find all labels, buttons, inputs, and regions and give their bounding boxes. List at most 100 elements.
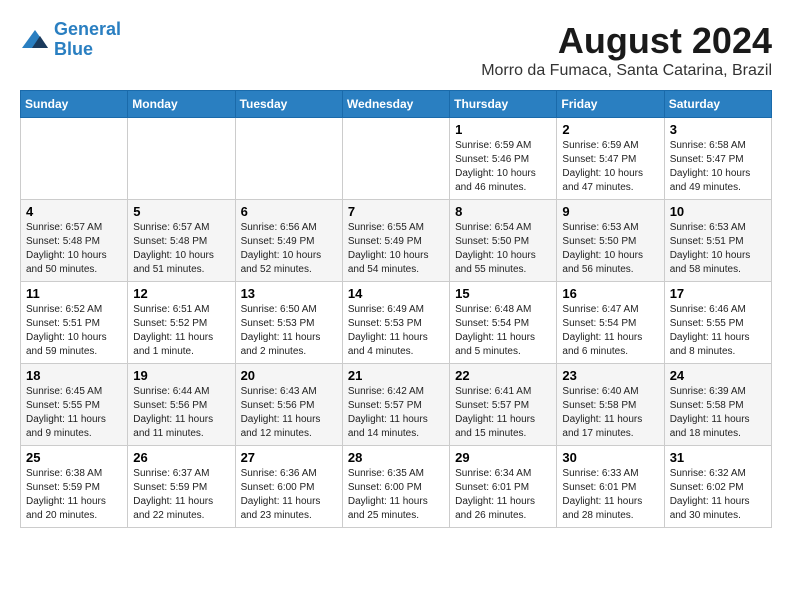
day-number: 9: [562, 204, 658, 219]
month-title: August 2024: [481, 20, 772, 62]
header: General Blue August 2024 Morro da Fumaca…: [20, 20, 772, 80]
weekday-header-wednesday: Wednesday: [342, 91, 449, 118]
day-number: 8: [455, 204, 551, 219]
calendar-table: SundayMondayTuesdayWednesdayThursdayFrid…: [20, 90, 772, 528]
day-info: Sunrise: 6:50 AM Sunset: 5:53 PM Dayligh…: [241, 303, 337, 359]
weekday-header-friday: Friday: [557, 91, 664, 118]
day-info: Sunrise: 6:34 AM Sunset: 6:01 PM Dayligh…: [455, 467, 551, 523]
day-info: Sunrise: 6:57 AM Sunset: 5:48 PM Dayligh…: [133, 221, 229, 277]
title-area: August 2024 Morro da Fumaca, Santa Catar…: [481, 20, 772, 80]
logo: General Blue: [20, 20, 121, 60]
calendar-cell: 2 Sunrise: 6:59 AM Sunset: 5:47 PM Daylig…: [557, 118, 664, 200]
day-number: 18: [26, 368, 122, 383]
calendar-cell: 25Sunrise: 6:38 AM Sunset: 5:59 PM Dayli…: [21, 446, 128, 528]
logo-icon: [20, 28, 50, 52]
day-number: 6: [241, 204, 337, 219]
day-info: Sunrise: 6:56 AM Sunset: 5:49 PM Dayligh…: [241, 221, 337, 277]
day-number: 15: [455, 286, 551, 301]
day-number: 24: [670, 368, 766, 383]
calendar-cell: 1 Sunrise: 6:59 AM Sunset: 5:46 PM Daylig…: [450, 118, 557, 200]
location-title: Morro da Fumaca, Santa Catarina, Brazil: [481, 62, 772, 80]
day-info: Sunrise: 6:40 AM Sunset: 5:58 PM Dayligh…: [562, 385, 658, 441]
calendar-cell: 15 Sunrise: 6:48 AM Sunset: 5:54 PM Dayli…: [450, 282, 557, 364]
weekday-header-thursday: Thursday: [450, 91, 557, 118]
calendar-cell: 5 Sunrise: 6:57 AM Sunset: 5:48 PM Daylig…: [128, 200, 235, 282]
day-info: Sunrise: 6:32 AM Sunset: 6:02 PM Dayligh…: [670, 467, 766, 523]
day-number: 26: [133, 450, 229, 465]
calendar-cell: 31 Sunrise: 6:32 AM Sunset: 6:02 PM Dayli…: [664, 446, 771, 528]
day-info: Sunrise: 6:45 AM Sunset: 5:55 PM Dayligh…: [26, 385, 122, 441]
calendar-cell: 7 Sunrise: 6:55 AM Sunset: 5:49 PM Daylig…: [342, 200, 449, 282]
day-number: 5: [133, 204, 229, 219]
day-number: 28: [348, 450, 444, 465]
calendar-cell: [235, 118, 342, 200]
week-row-3: 18 Sunrise: 6:45 AM Sunset: 5:55 PM Dayli…: [21, 364, 772, 446]
weekday-header-sunday: Sunday: [21, 91, 128, 118]
calendar-cell: 28 Sunrise: 6:35 AM Sunset: 6:00 PM Dayli…: [342, 446, 449, 528]
logo-text: General Blue: [54, 20, 121, 60]
calendar-cell: 19Sunrise: 6:44 AM Sunset: 5:56 PM Dayli…: [128, 364, 235, 446]
week-row-2: 11 Sunrise: 6:52 AM Sunset: 5:51 PM Dayli…: [21, 282, 772, 364]
day-number: 27: [241, 450, 337, 465]
calendar-cell: 9 Sunrise: 6:53 AM Sunset: 5:50 PM Daylig…: [557, 200, 664, 282]
day-number: 13: [241, 286, 337, 301]
day-info: Sunrise: 6:52 AM Sunset: 5:51 PM Dayligh…: [26, 303, 122, 359]
day-info: Sunrise: 6:39 AM Sunset: 5:58 PM Dayligh…: [670, 385, 766, 441]
calendar-cell: 26 Sunrise: 6:37 AM Sunset: 5:59 PM Dayli…: [128, 446, 235, 528]
logo-line2: Blue: [54, 39, 93, 59]
day-info: Sunrise: 6:59 AM Sunset: 5:46 PM Dayligh…: [455, 139, 551, 195]
calendar-cell: 29Sunrise: 6:34 AM Sunset: 6:01 PM Dayli…: [450, 446, 557, 528]
day-info: Sunrise: 6:58 AM Sunset: 5:47 PM Dayligh…: [670, 139, 766, 195]
calendar-cell: 23 Sunrise: 6:40 AM Sunset: 5:58 PM Dayli…: [557, 364, 664, 446]
day-info: Sunrise: 6:38 AM Sunset: 5:59 PM Dayligh…: [26, 467, 122, 523]
day-info: Sunrise: 6:57 AM Sunset: 5:48 PM Dayligh…: [26, 221, 122, 277]
calendar-cell: 8 Sunrise: 6:54 AM Sunset: 5:50 PM Daylig…: [450, 200, 557, 282]
day-info: Sunrise: 6:35 AM Sunset: 6:00 PM Dayligh…: [348, 467, 444, 523]
day-info: Sunrise: 6:49 AM Sunset: 5:53 PM Dayligh…: [348, 303, 444, 359]
weekday-header-row: SundayMondayTuesdayWednesdayThursdayFrid…: [21, 91, 772, 118]
day-number: 23: [562, 368, 658, 383]
day-info: Sunrise: 6:54 AM Sunset: 5:50 PM Dayligh…: [455, 221, 551, 277]
day-number: 12: [133, 286, 229, 301]
calendar-cell: 4 Sunrise: 6:57 AM Sunset: 5:48 PM Daylig…: [21, 200, 128, 282]
day-info: Sunrise: 6:53 AM Sunset: 5:50 PM Dayligh…: [562, 221, 658, 277]
day-number: 4: [26, 204, 122, 219]
calendar-cell: 30Sunrise: 6:33 AM Sunset: 6:01 PM Dayli…: [557, 446, 664, 528]
week-row-0: 1 Sunrise: 6:59 AM Sunset: 5:46 PM Daylig…: [21, 118, 772, 200]
day-number: 7: [348, 204, 444, 219]
day-number: 1: [455, 122, 551, 137]
calendar-cell: 14 Sunrise: 6:49 AM Sunset: 5:53 PM Dayli…: [342, 282, 449, 364]
calendar-cell: 11 Sunrise: 6:52 AM Sunset: 5:51 PM Dayli…: [21, 282, 128, 364]
weekday-header-saturday: Saturday: [664, 91, 771, 118]
day-number: 3: [670, 122, 766, 137]
day-info: Sunrise: 6:48 AM Sunset: 5:54 PM Dayligh…: [455, 303, 551, 359]
day-info: Sunrise: 6:59 AM Sunset: 5:47 PM Dayligh…: [562, 139, 658, 195]
calendar-cell: 21 Sunrise: 6:42 AM Sunset: 5:57 PM Dayli…: [342, 364, 449, 446]
calendar-cell: 12Sunrise: 6:51 AM Sunset: 5:52 PM Dayli…: [128, 282, 235, 364]
day-number: 11: [26, 286, 122, 301]
calendar-cell: 17 Sunrise: 6:46 AM Sunset: 5:55 PM Dayli…: [664, 282, 771, 364]
day-info: Sunrise: 6:33 AM Sunset: 6:01 PM Dayligh…: [562, 467, 658, 523]
calendar-cell: 20Sunrise: 6:43 AM Sunset: 5:56 PM Dayli…: [235, 364, 342, 446]
day-info: Sunrise: 6:37 AM Sunset: 5:59 PM Dayligh…: [133, 467, 229, 523]
day-info: Sunrise: 6:46 AM Sunset: 5:55 PM Dayligh…: [670, 303, 766, 359]
day-number: 31: [670, 450, 766, 465]
calendar-cell: [21, 118, 128, 200]
day-number: 14: [348, 286, 444, 301]
day-info: Sunrise: 6:55 AM Sunset: 5:49 PM Dayligh…: [348, 221, 444, 277]
week-row-1: 4 Sunrise: 6:57 AM Sunset: 5:48 PM Daylig…: [21, 200, 772, 282]
day-info: Sunrise: 6:41 AM Sunset: 5:57 PM Dayligh…: [455, 385, 551, 441]
week-row-4: 25Sunrise: 6:38 AM Sunset: 5:59 PM Dayli…: [21, 446, 772, 528]
day-number: 10: [670, 204, 766, 219]
day-number: 21: [348, 368, 444, 383]
calendar-cell: 6 Sunrise: 6:56 AM Sunset: 5:49 PM Daylig…: [235, 200, 342, 282]
day-info: Sunrise: 6:44 AM Sunset: 5:56 PM Dayligh…: [133, 385, 229, 441]
day-number: 2: [562, 122, 658, 137]
day-info: Sunrise: 6:42 AM Sunset: 5:57 PM Dayligh…: [348, 385, 444, 441]
day-info: Sunrise: 6:43 AM Sunset: 5:56 PM Dayligh…: [241, 385, 337, 441]
day-number: 17: [670, 286, 766, 301]
calendar-cell: 16Sunrise: 6:47 AM Sunset: 5:54 PM Dayli…: [557, 282, 664, 364]
logo-line1: General: [54, 19, 121, 39]
calendar-cell: 13 Sunrise: 6:50 AM Sunset: 5:53 PM Dayli…: [235, 282, 342, 364]
day-info: Sunrise: 6:47 AM Sunset: 5:54 PM Dayligh…: [562, 303, 658, 359]
